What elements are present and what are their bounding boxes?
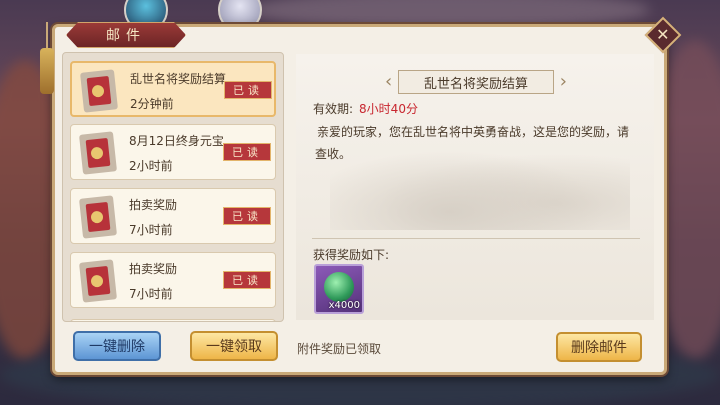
close-icon: ✕ (656, 25, 670, 44)
mail-scroll-icon (79, 259, 117, 303)
mail-time: 2小时前 (129, 159, 173, 173)
divider (312, 238, 640, 239)
mail-title: 乱世名将奖励结算 (130, 72, 227, 86)
delete-mail-button[interactable]: 删除邮件 (556, 332, 642, 362)
reward-item-slot[interactable]: x4000 (314, 264, 364, 314)
delete-all-button[interactable]: 一键删除 (73, 331, 161, 361)
mail-time: 7小时前 (129, 223, 173, 237)
expiry-label: 有效期: (313, 102, 354, 116)
reward-label: 获得奖励如下: (313, 248, 390, 262)
mail-title: 拍卖奖励 (129, 198, 178, 212)
lantern-icon (40, 48, 54, 94)
mail-body: 亲爱的玩家，您在乱世名将中英勇奋战，这是您的奖励，请查收。 (315, 125, 630, 161)
read-status-badge: 已读 (223, 143, 271, 161)
mail-scroll-icon (80, 69, 118, 113)
mail-list-item[interactable]: 拍卖奖励 7小时前 已读 (70, 188, 276, 244)
mail-time: 2分钟前 (130, 97, 174, 111)
jade-dragon-icon (324, 272, 354, 302)
mail-list-item[interactable]: 乱世名将奖励结算 2分钟前 已读 (70, 61, 276, 117)
claim-all-button[interactable]: 一键领取 (190, 331, 278, 361)
expiry-row: 有效期: 8小时40分 (313, 100, 418, 117)
mail-title: 拍卖奖励 (129, 262, 178, 276)
mail-detail-title: 乱世名将奖励结算 (385, 70, 567, 94)
mail-title: 8月12日终身元宝... (129, 134, 236, 148)
lantern-cord (46, 22, 48, 50)
mail-list-item[interactable]: 8月12日终身元宝... 2小时前 已读 (70, 124, 276, 180)
expiry-value: 8小时40分 (359, 102, 418, 116)
mail-list-item-partial[interactable] (70, 319, 276, 321)
mail-scroll-icon (79, 195, 117, 239)
reward-quantity: x4000 (328, 300, 360, 311)
mail-time: 7小时前 (129, 287, 173, 301)
read-status-badge: 已读 (224, 81, 272, 99)
mail-list[interactable]: 乱世名将奖励结算 2分钟前 已读 8月12日终身元宝... 2小时前 已读 拍卖… (62, 52, 284, 322)
mail-list-item[interactable]: 拍卖奖励 7小时前 已读 (70, 252, 276, 308)
read-status-badge: 已读 (223, 207, 271, 225)
mail-scroll-icon (79, 131, 117, 175)
panel-title: 邮件 (66, 22, 186, 48)
read-status-badge: 已读 (223, 271, 271, 289)
attachment-status: 附件奖励已领取 (297, 342, 382, 356)
